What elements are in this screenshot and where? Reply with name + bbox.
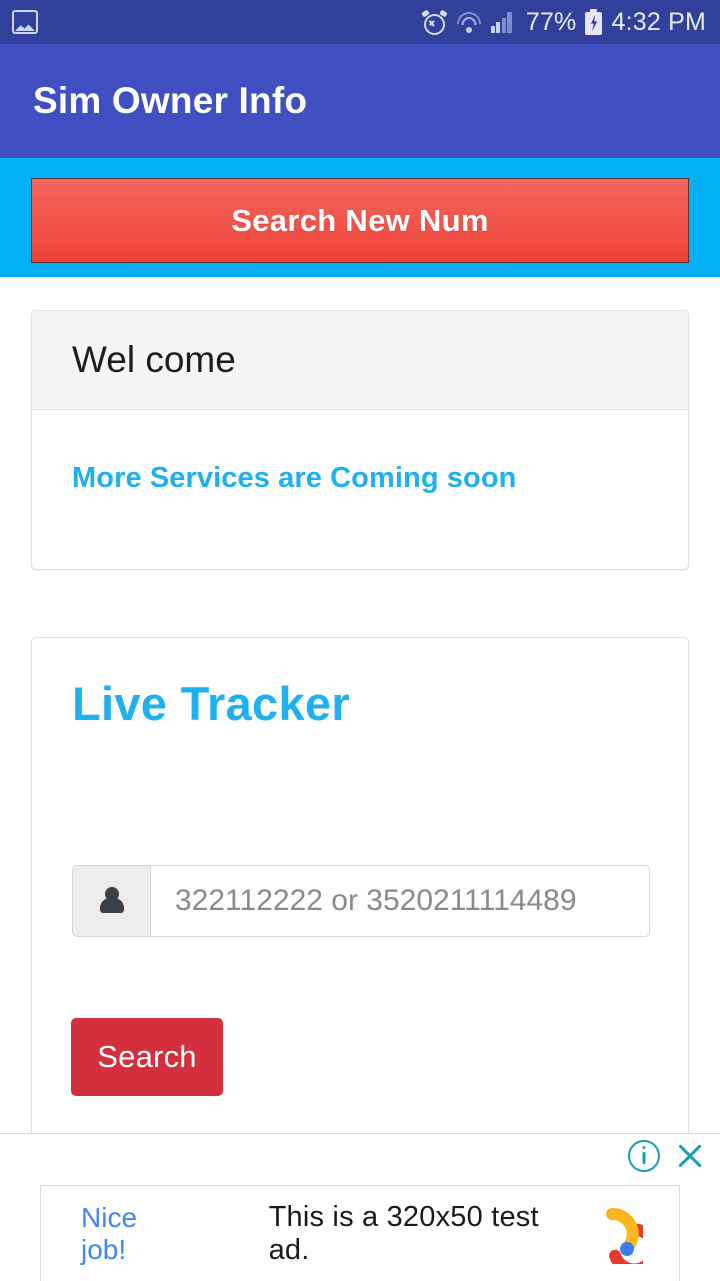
wifi-icon <box>456 11 482 33</box>
app-bar: Sim Owner Info <box>0 44 720 158</box>
number-input-group[interactable] <box>72 865 650 937</box>
live-tracker-title: Live Tracker <box>72 677 350 730</box>
ad-banner: Nice job! This is a 320x50 test ad. <box>0 1133 720 1281</box>
welcome-panel-body: More Services are Coming soon <box>32 410 688 495</box>
number-search-input[interactable] <box>151 866 649 936</box>
welcome-panel-header: Wel come <box>32 311 688 410</box>
welcome-heading: Wel come <box>72 339 236 380</box>
status-bar-left <box>12 10 38 34</box>
search-button[interactable]: Search <box>71 1018 223 1096</box>
person-icon <box>99 887 125 915</box>
status-bar-right: 77% 4:32 PM <box>421 7 706 36</box>
signal-icon <box>490 11 517 33</box>
clock-label: 4:32 PM <box>611 7 706 36</box>
status-bar: 77% 4:32 PM <box>0 0 720 44</box>
person-icon-addon <box>73 866 151 936</box>
close-icon[interactable] <box>674 1140 706 1172</box>
ad-content[interactable]: Nice job! This is a 320x50 test ad. <box>40 1185 680 1281</box>
welcome-panel: Wel come More Services are Coming soon <box>31 310 689 570</box>
battery-charging-icon <box>585 9 603 35</box>
search-new-num-button[interactable]: Search New Num <box>31 178 689 263</box>
coming-soon-message: More Services are Coming soon <box>72 462 517 494</box>
alarm-icon <box>421 8 448 35</box>
battery-percent-label: 77% <box>525 7 577 36</box>
image-icon <box>12 10 38 34</box>
page-title: Sim Owner Info <box>33 80 308 121</box>
info-icon[interactable] <box>628 1140 660 1172</box>
ad-controls <box>628 1140 706 1172</box>
admob-logo-icon <box>581 1204 643 1264</box>
ad-body-label: This is a 320x50 test ad. <box>268 1200 539 1266</box>
ad-cta-label: Nice job! <box>81 1201 138 1265</box>
